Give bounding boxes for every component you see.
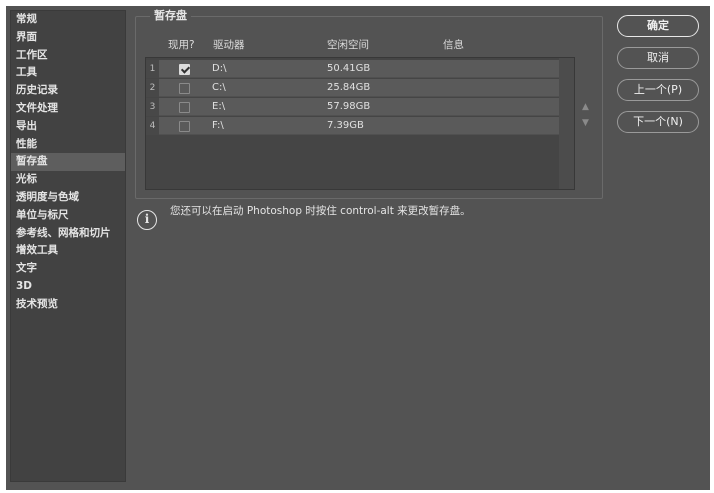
drive-cell: F:\ bbox=[212, 120, 224, 131]
sidebar-item-scratch-disks[interactable]: 暂存盘 bbox=[11, 153, 125, 172]
sidebar-item-general[interactable]: 常规 bbox=[11, 11, 125, 29]
next-button[interactable]: 下一个(N) bbox=[617, 111, 699, 133]
sidebar-item-interface[interactable]: 界面 bbox=[11, 29, 125, 47]
sidebar-item-plugins[interactable]: 增效工具 bbox=[11, 242, 125, 260]
sidebar-item-performance[interactable]: 性能 bbox=[11, 136, 125, 154]
free-space-cell: 7.39GB bbox=[327, 120, 364, 131]
header-drive: 驱动器 bbox=[213, 39, 245, 51]
free-space-cell: 25.84GB bbox=[327, 82, 371, 93]
sidebar-item-history[interactable]: 历史记录 bbox=[11, 82, 125, 100]
sidebar-item-export[interactable]: 导出 bbox=[11, 118, 125, 136]
drive-cell: E:\ bbox=[212, 101, 226, 112]
header-free-space: 空闲空间 bbox=[327, 39, 369, 51]
scratch-disks-group: 暂存盘 现用? 驱动器 空闲空间 信息 1 D:\ 50.41GB 2 C:\ … bbox=[135, 7, 603, 199]
sidebar-item-3d[interactable]: 3D bbox=[11, 278, 125, 296]
sidebar-item-workspace[interactable]: 工作区 bbox=[11, 47, 125, 65]
group-title: 暂存盘 bbox=[150, 7, 191, 23]
preferences-sidebar: 常规 界面 工作区 工具 历史记录 文件处理 导出 性能 暂存盘 光标 透明度与… bbox=[10, 10, 126, 482]
ok-button[interactable]: 确定 bbox=[617, 15, 699, 37]
info-message: 您还可以在启动 Photoshop 时按住 control-alt 来更改暂存盘… bbox=[170, 205, 471, 217]
sidebar-item-guides-grid-slices[interactable]: 参考线、网格和切片 bbox=[11, 225, 125, 243]
row-number: 3 bbox=[146, 98, 159, 116]
sidebar-item-cursors[interactable]: 光标 bbox=[11, 171, 125, 189]
info-icon: i bbox=[137, 210, 157, 230]
active-checkbox[interactable] bbox=[179, 83, 190, 94]
cancel-button[interactable]: 取消 bbox=[617, 47, 699, 69]
table-row[interactable]: 2 C:\ 25.84GB bbox=[146, 79, 560, 97]
active-checkbox[interactable] bbox=[179, 102, 190, 113]
free-space-cell: 57.98GB bbox=[327, 101, 371, 112]
previous-button[interactable]: 上一个(P) bbox=[617, 79, 699, 101]
sidebar-item-units-rulers[interactable]: 单位与标尺 bbox=[11, 207, 125, 225]
sidebar-item-file-handling[interactable]: 文件处理 bbox=[11, 100, 125, 118]
header-active: 现用? bbox=[168, 39, 195, 51]
drive-cell: D:\ bbox=[212, 63, 227, 74]
header-info: 信息 bbox=[443, 39, 464, 51]
row-number: 2 bbox=[146, 79, 159, 97]
row-number: 1 bbox=[146, 60, 159, 78]
active-checkbox[interactable] bbox=[179, 121, 190, 132]
row-number: 4 bbox=[146, 117, 159, 135]
move-up-arrow-icon[interactable]: ▲ bbox=[582, 102, 589, 112]
table-row[interactable]: 1 D:\ 50.41GB bbox=[146, 60, 560, 78]
free-space-cell: 50.41GB bbox=[327, 63, 371, 74]
table-row[interactable]: 4 F:\ 7.39GB bbox=[146, 117, 560, 135]
active-checkbox[interactable] bbox=[179, 64, 190, 75]
sidebar-item-tools[interactable]: 工具 bbox=[11, 64, 125, 82]
move-down-arrow-icon[interactable]: ▼ bbox=[582, 118, 589, 128]
sidebar-item-tech-preview[interactable]: 技术预览 bbox=[11, 296, 125, 314]
table-row[interactable]: 3 E:\ 57.98GB bbox=[146, 98, 560, 116]
scratch-disk-table: 1 D:\ 50.41GB 2 C:\ 25.84GB 3 E:\ 57.98G… bbox=[145, 57, 575, 190]
drive-cell: C:\ bbox=[212, 82, 226, 93]
table-scrollbar[interactable] bbox=[559, 58, 574, 189]
sidebar-item-transparency-gamut[interactable]: 透明度与色域 bbox=[11, 189, 125, 207]
sidebar-item-type[interactable]: 文字 bbox=[11, 260, 125, 278]
